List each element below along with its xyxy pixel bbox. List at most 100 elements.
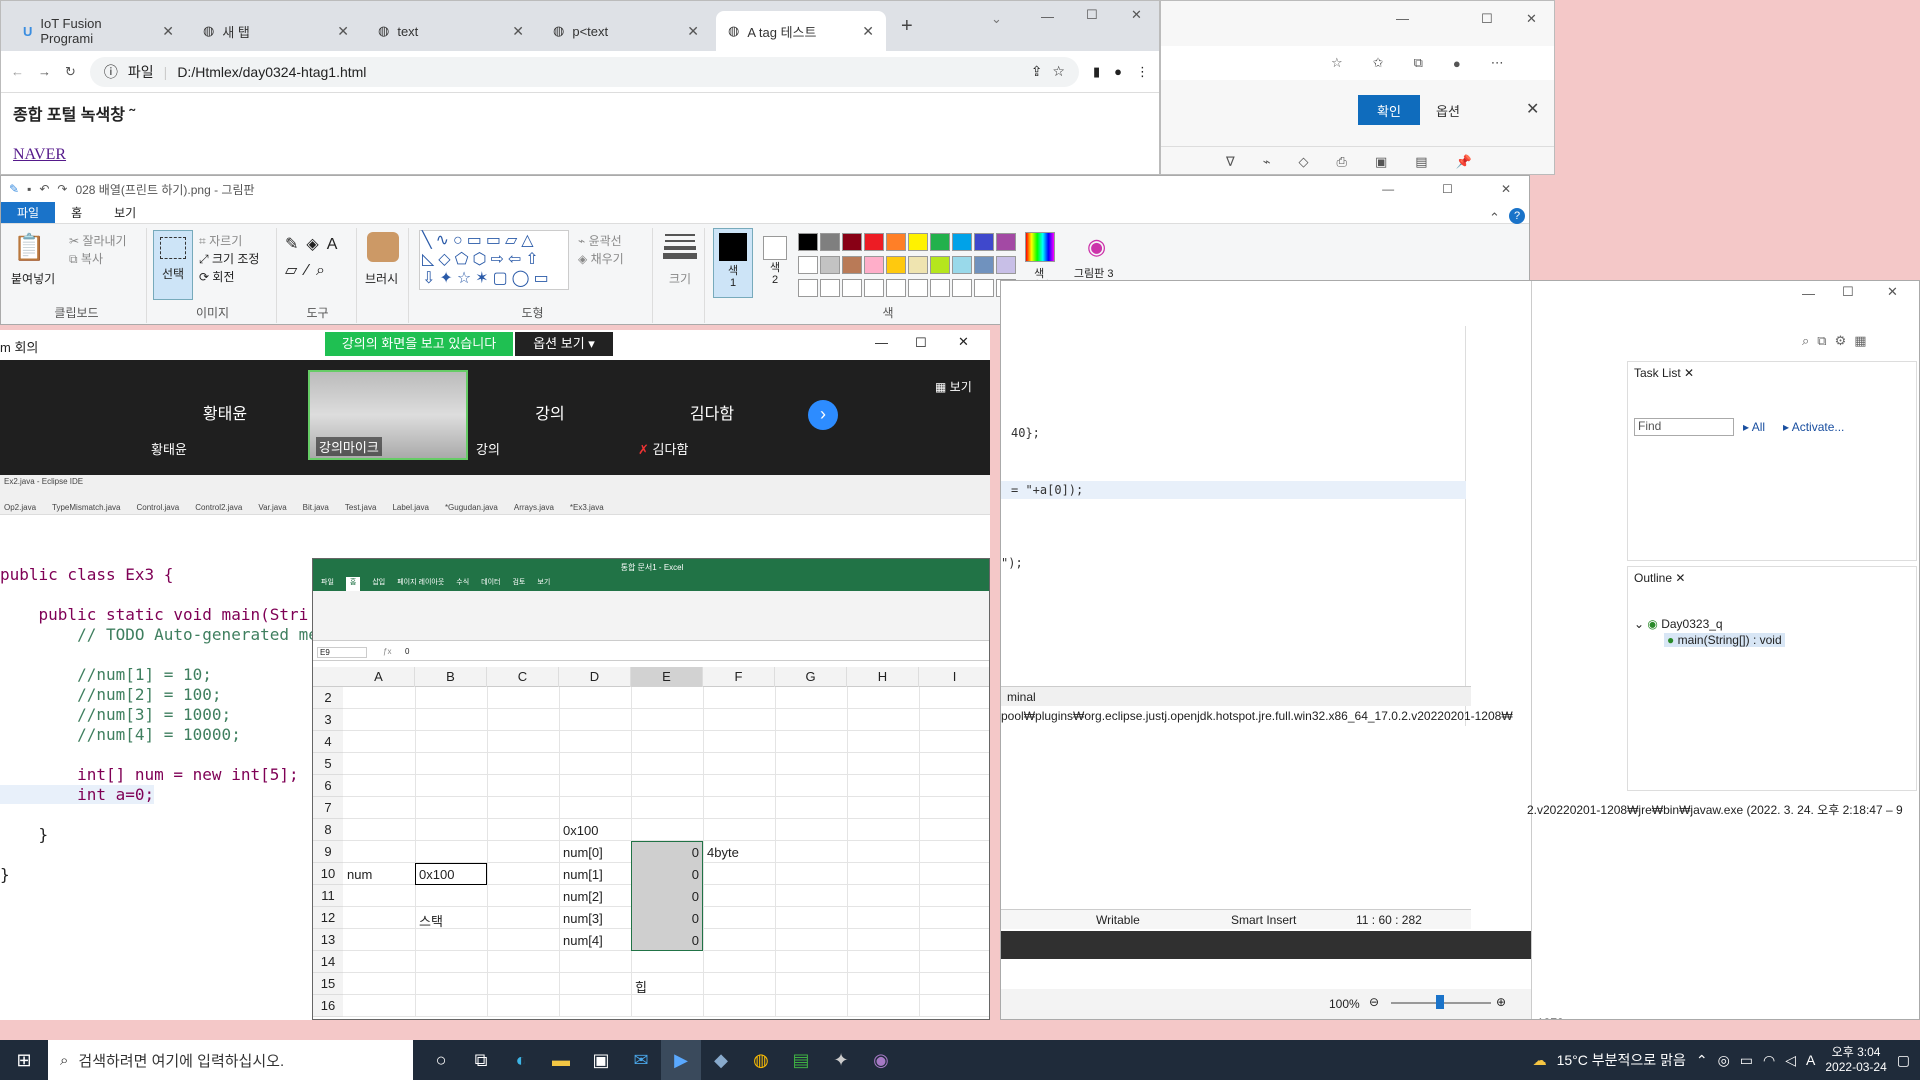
close-button[interactable]: ✕	[1501, 182, 1511, 196]
color-swatch[interactable]	[886, 233, 906, 251]
address-bar[interactable]: ⓘ 파일 | D:/Htmlex/day0324-htag1.html ⇪ ☆	[89, 56, 1079, 87]
zoom-icon[interactable]: ▶	[661, 1040, 701, 1080]
paste-icon[interactable]: 📋	[13, 232, 45, 263]
cell-value[interactable]: num[0]	[559, 843, 631, 862]
participant-tile-active[interactable]: 강의마이크	[308, 370, 468, 460]
more-icon[interactable]: ⋯	[1491, 55, 1504, 71]
color1-button[interactable]: 색 1	[713, 228, 753, 298]
eraser-icon[interactable]: ▱	[285, 262, 305, 279]
color-swatch[interactable]	[996, 256, 1016, 274]
tab-home[interactable]: 홈	[55, 202, 98, 223]
row-header[interactable]: 10	[313, 863, 343, 885]
file-tab[interactable]: *Gugudan.java	[445, 503, 498, 512]
store-icon[interactable]: ▣	[581, 1040, 621, 1080]
empty-color-swatch[interactable]	[886, 279, 906, 297]
chrome-icon[interactable]: ◍	[741, 1040, 781, 1080]
maximize-button[interactable]: ☐	[1086, 7, 1098, 23]
ribbon-tab[interactable]: 보기	[537, 577, 550, 591]
participant-tile[interactable]: 강의 강의	[470, 370, 630, 460]
color-swatch[interactable]	[974, 233, 994, 251]
cell-value[interactable]: 0	[631, 865, 703, 884]
empty-color-swatch[interactable]	[930, 279, 950, 297]
color-swatch[interactable]	[908, 256, 928, 274]
row-header[interactable]: 7	[313, 797, 343, 819]
activate-link[interactable]: ▸ Activate...	[1783, 420, 1844, 434]
file-tab[interactable]: Control.java	[137, 503, 180, 512]
zoom-out-icon[interactable]: ⊖	[1369, 995, 1379, 1009]
tab-search-icon[interactable]: ⌄	[991, 11, 1002, 27]
browser-tab[interactable]: ◍ 새 탭 ✕	[191, 11, 361, 51]
row-header[interactable]: 8	[313, 819, 343, 841]
color-swatch[interactable]	[842, 233, 862, 251]
console-tab[interactable]: minal	[1001, 686, 1471, 706]
next-page-button[interactable]: ›	[808, 400, 838, 430]
crop-button[interactable]: ⌗ 자르기	[199, 232, 242, 249]
menu-icon[interactable]: ⋮	[1136, 64, 1149, 80]
maximize-button[interactable]: ☐	[1442, 182, 1453, 196]
save-icon[interactable]: ▣	[1375, 154, 1387, 170]
close-icon[interactable]: ✕	[162, 23, 174, 40]
tool-icons-2[interactable]: ▱⁄⌕	[285, 260, 333, 280]
cell-value[interactable]: num[4]	[559, 931, 631, 950]
copy-button[interactable]: ⧉ 복사	[69, 250, 103, 267]
color-swatch[interactable]	[952, 233, 972, 251]
color-swatch[interactable]	[930, 256, 950, 274]
options-button[interactable]: 옵션	[1436, 101, 1460, 120]
eclipse-icon[interactable]: ◉	[861, 1040, 901, 1080]
empty-color-swatch[interactable]	[842, 279, 862, 297]
display-icon[interactable]: ▭	[1740, 1052, 1753, 1069]
select-button[interactable]: 선택	[153, 230, 193, 300]
rotate-button[interactable]: ⟳ 회전	[199, 268, 235, 285]
ribbon-tab[interactable]: 검토	[512, 577, 525, 591]
formula-input[interactable]: 0	[405, 647, 409, 656]
row-header[interactable]: 16	[313, 995, 343, 1017]
empty-color-swatch[interactable]	[974, 279, 994, 297]
search-icon[interactable]: ⌕	[1802, 333, 1817, 348]
wifi-icon[interactable]: ◠	[1763, 1052, 1775, 1069]
cell-value[interactable]: num	[343, 865, 415, 884]
color-swatch[interactable]	[798, 233, 818, 251]
ribbon-tab[interactable]: 수식	[456, 577, 469, 591]
cell-value[interactable]: num[3]	[559, 909, 631, 928]
minimize-button[interactable]: —	[1802, 286, 1815, 301]
cell-value[interactable]: num[1]	[559, 865, 631, 884]
eraser-icon[interactable]: ◇	[1299, 154, 1309, 170]
color-swatch[interactable]	[820, 233, 840, 251]
file-tab[interactable]: Op2.java	[4, 503, 36, 512]
file-tab[interactable]: Arrays.java	[514, 503, 554, 512]
new-tab-button[interactable]: +	[901, 15, 913, 38]
column-header[interactable]: I	[919, 667, 989, 687]
close-icon[interactable]: ✕	[512, 23, 524, 40]
column-header[interactable]: F	[703, 667, 775, 687]
row-header[interactable]: 12	[313, 907, 343, 929]
color-palette[interactable]	[797, 232, 1022, 301]
participant-tile[interactable]: 황태윤 황태윤	[145, 370, 305, 460]
magnifier-icon[interactable]: ⌕	[316, 262, 333, 279]
close-icon[interactable]: ✕	[862, 23, 874, 40]
empty-color-swatch[interactable]	[952, 279, 972, 297]
ribbon-tab[interactable]: 데이터	[481, 577, 500, 591]
back-icon[interactable]: ←	[11, 64, 24, 79]
naver-link[interactable]: NAVER	[13, 146, 66, 164]
color-swatch[interactable]	[864, 256, 884, 274]
reload-icon[interactable]: ↻	[65, 64, 76, 80]
color-swatch[interactable]	[996, 233, 1016, 251]
app-icon[interactable]: ✦	[821, 1040, 861, 1080]
help-icon[interactable]: ?	[1509, 208, 1525, 224]
column-header[interactable]: D	[559, 667, 631, 687]
cell-value[interactable]: 0	[631, 931, 703, 950]
draw-icon[interactable]: ⌁	[1263, 154, 1271, 170]
row-header[interactable]: 5	[313, 753, 343, 775]
color-swatch[interactable]	[930, 233, 950, 251]
cell-value[interactable]: 스택	[415, 909, 487, 932]
row-header[interactable]: 2	[313, 687, 343, 709]
file-tab-active[interactable]: *Ex3.java	[570, 503, 604, 512]
color-swatch[interactable]	[864, 233, 884, 251]
pin-icon[interactable]: 📌	[1456, 154, 1472, 170]
minimize-button[interactable]: —	[1396, 11, 1409, 26]
file-tab[interactable]: Control2.java	[195, 503, 242, 512]
outline-class[interactable]: ⌄ ◉ Day0323_q	[1634, 617, 1723, 631]
name-box[interactable]: E9	[317, 647, 367, 658]
profile-icon[interactable]: ●	[1114, 64, 1122, 79]
file-tab[interactable]: TypeMismatch.java	[52, 503, 120, 512]
